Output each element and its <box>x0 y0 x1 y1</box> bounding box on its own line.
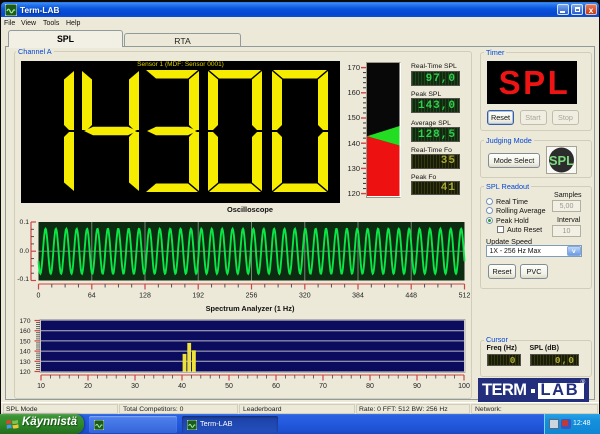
svg-text:SPL: SPL <box>549 153 574 168</box>
